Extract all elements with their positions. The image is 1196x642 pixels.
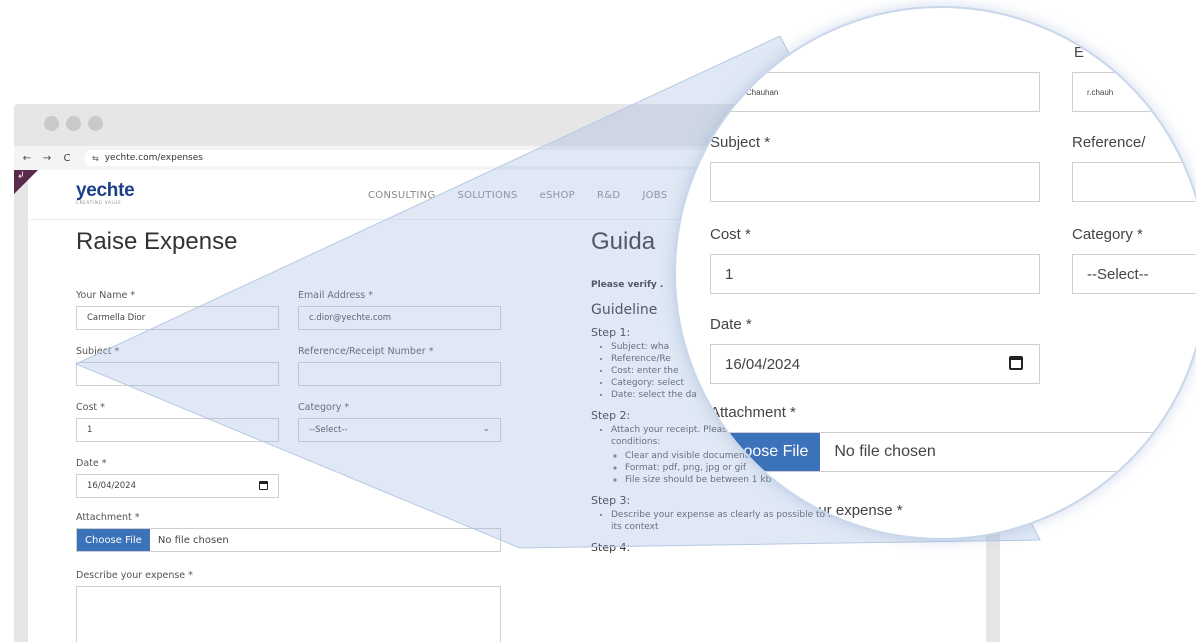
zoom-subject-field[interactable]	[710, 162, 1040, 202]
zoom-date-field[interactable]: 16/04/2024	[710, 344, 1040, 384]
zoom-reference-label: Reference/	[1072, 134, 1146, 151]
zoom-name-field[interactable]: Ruby Chauhan	[710, 72, 1040, 112]
zoom-category-label: Category *	[1072, 226, 1143, 243]
zoom-subject-label: Subject *	[710, 134, 771, 151]
zoom-category-select[interactable]: --Select--	[1072, 254, 1196, 294]
zoom-email-label: E	[1074, 44, 1085, 61]
zoom-choose-file-button[interactable]: Choose File	[711, 433, 821, 471]
zoom-cost-label: Cost *	[710, 226, 751, 243]
zoom-describe-label: our expense *	[810, 502, 903, 519]
zoom-name-label: ne *	[764, 44, 791, 61]
zoom-cost-field[interactable]: 1	[710, 254, 1040, 294]
zoom-category-value: --Select--	[1087, 265, 1149, 283]
zoom-date-label: Date *	[710, 316, 752, 333]
magnifier-lens: ne * Ruby Chauhan E r.chauh Subject * Re…	[674, 6, 1196, 540]
zoom-name-value: Ruby Chauhan	[725, 87, 779, 97]
zoom-date-value: 16/04/2024	[725, 355, 801, 373]
zoom-cost-value: 1	[725, 265, 734, 283]
zoom-calendar-icon[interactable]	[1009, 356, 1023, 370]
zoom-reference-field[interactable]	[1072, 162, 1196, 202]
zoom-attachment-field: Choose File No file chosen	[710, 432, 1196, 472]
zoom-email-value: r.chauh	[1087, 87, 1114, 97]
zoom-email-field[interactable]: r.chauh	[1072, 72, 1196, 112]
zoom-attachment-label: Attachment *	[710, 404, 796, 421]
zoom-no-file-text: No file chosen	[834, 443, 936, 460]
